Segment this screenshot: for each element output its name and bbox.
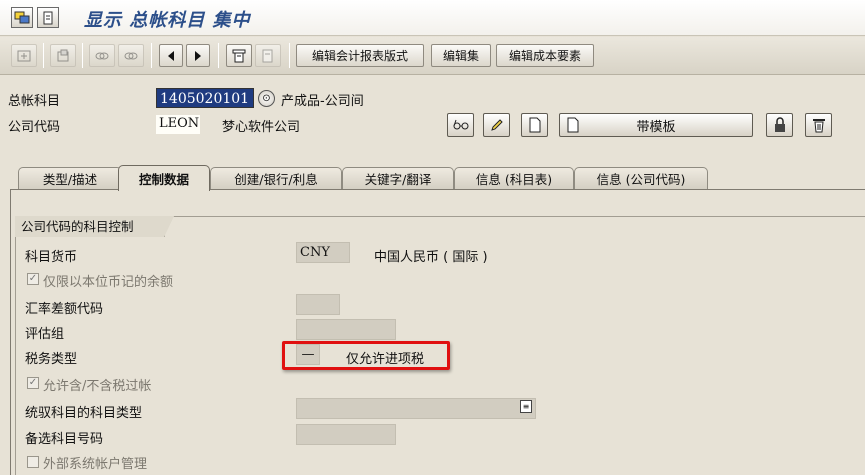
- local-currency-only-checkbox[interactable]: ✓: [27, 273, 39, 285]
- block-button[interactable]: [766, 113, 793, 137]
- other-object-icon: [57, 49, 69, 61]
- with-template-button[interactable]: 带模板: [559, 113, 753, 137]
- local-currency-only-label: 仅限以本位币记的余额: [43, 275, 174, 290]
- with-template-label: 带模板: [636, 119, 676, 135]
- edit-fs-version-label: 编辑会计报表版式: [311, 49, 408, 63]
- list-icon[interactable]: ≡: [520, 400, 532, 413]
- group-title: 公司代码的科目控制: [15, 216, 174, 237]
- valuation-group-field[interactable]: [296, 319, 396, 340]
- posting-without-tax-checkbox[interactable]: ✓: [27, 377, 39, 389]
- triangle-right-icon: [195, 50, 201, 61]
- company-code-label: 公司代码: [8, 120, 61, 135]
- glasses-icon[interactable]: ⊙: [258, 90, 275, 107]
- tab-label: 控制数据: [138, 172, 189, 187]
- external-mgmt-label: 外部系统帐户管理: [43, 457, 148, 472]
- alt-account-field[interactable]: [296, 424, 396, 445]
- display-change-icon: [17, 50, 31, 61]
- pencil-icon: [490, 119, 503, 131]
- previous-button[interactable]: [159, 44, 183, 67]
- new-document-icon: [529, 117, 540, 133]
- account-currency-field[interactable]: CNY: [296, 242, 350, 263]
- tab-keyword-translation[interactable]: 关键字/翻译: [342, 167, 454, 189]
- edit-set-button[interactable]: 编辑集: [431, 44, 491, 67]
- edit-cost-element-button[interactable]: 编辑成本要素: [496, 44, 594, 67]
- edit-set-label: 编辑集: [442, 49, 479, 63]
- application-toolbar: 编辑会计报表版式 编辑集 编辑成本要素: [0, 37, 865, 75]
- edit-cost-element-label: 编辑成本要素: [508, 49, 581, 63]
- edit-button[interactable]: [483, 113, 510, 137]
- switch-display-change-button[interactable]: [11, 44, 37, 67]
- copy-icon: [262, 49, 273, 62]
- document-icon: [43, 11, 53, 24]
- other-object-button[interactable]: [50, 44, 76, 67]
- tab-label: 类型/描述: [42, 172, 98, 187]
- tab-info-chart-of-accounts[interactable]: 信息 (科目表): [454, 167, 574, 189]
- exchange-rate-diff-label: 汇率差额代码: [25, 302, 104, 317]
- menu-icon: [14, 11, 30, 23]
- link-icon: [124, 52, 138, 59]
- next-account-button[interactable]: [118, 44, 144, 67]
- page-title: 显示 总帐科目 集中: [84, 10, 251, 31]
- triangle-left-icon: [168, 50, 174, 61]
- tab-label: 关键字/翻译: [364, 172, 432, 187]
- edit-fs-version-button[interactable]: 编辑会计报表版式: [296, 44, 424, 67]
- recon-account-field[interactable]: [296, 398, 536, 419]
- copy-button[interactable]: [255, 44, 281, 67]
- tab-label: 创建/银行/利息: [234, 172, 318, 187]
- glasses-icon: [453, 119, 468, 130]
- valuation-group-label: 评估组: [25, 327, 65, 342]
- layout-menu-button[interactable]: [37, 7, 59, 28]
- gl-account-input[interactable]: 1405020101: [156, 88, 254, 108]
- title-bar: 显示 总帐科目 集中: [0, 0, 865, 36]
- menu-toggle-button[interactable]: [11, 7, 33, 28]
- alt-account-label: 备选科目号码: [25, 432, 104, 447]
- gl-account-label: 总帐科目: [8, 94, 61, 109]
- tab-label: 信息 (科目表): [475, 172, 553, 187]
- new-document-icon: [567, 117, 579, 133]
- print-button[interactable]: [226, 44, 252, 67]
- external-mgmt-checkbox[interactable]: [27, 456, 39, 468]
- print-icon: [232, 49, 246, 62]
- lock-icon: [774, 117, 785, 132]
- delete-button[interactable]: [805, 113, 832, 137]
- exchange-rate-diff-field[interactable]: [296, 294, 340, 315]
- account-currency-label: 科目货币: [25, 250, 78, 265]
- company-code-input[interactable]: LEON: [156, 115, 200, 134]
- display-change-button[interactable]: [447, 113, 474, 137]
- next-button[interactable]: [186, 44, 210, 67]
- tab-type-description[interactable]: 类型/描述: [18, 167, 122, 189]
- trash-icon: [812, 119, 825, 133]
- prev-account-button[interactable]: [89, 44, 115, 67]
- highlight-box: [282, 341, 450, 370]
- tab-control-data[interactable]: 控制数据: [118, 165, 210, 191]
- tab-label: 信息 (公司代码): [596, 172, 686, 187]
- tab-info-company-code[interactable]: 信息 (公司代码): [574, 167, 708, 189]
- link-icon: [95, 52, 109, 59]
- tab-create-bank-interest[interactable]: 创建/银行/利息: [210, 167, 342, 189]
- posting-without-tax-label: 允许含/不含税过帐: [43, 379, 152, 394]
- create-button[interactable]: [521, 113, 548, 137]
- gl-account-description: 产成品-公司间: [281, 94, 364, 109]
- account-currency-description: 中国人民币 ( 国际 ): [374, 250, 488, 265]
- company-name: 梦心软件公司: [222, 120, 301, 135]
- tax-category-label: 税务类型: [25, 352, 78, 367]
- recon-account-label: 统驭科目的科目类型: [25, 406, 143, 421]
